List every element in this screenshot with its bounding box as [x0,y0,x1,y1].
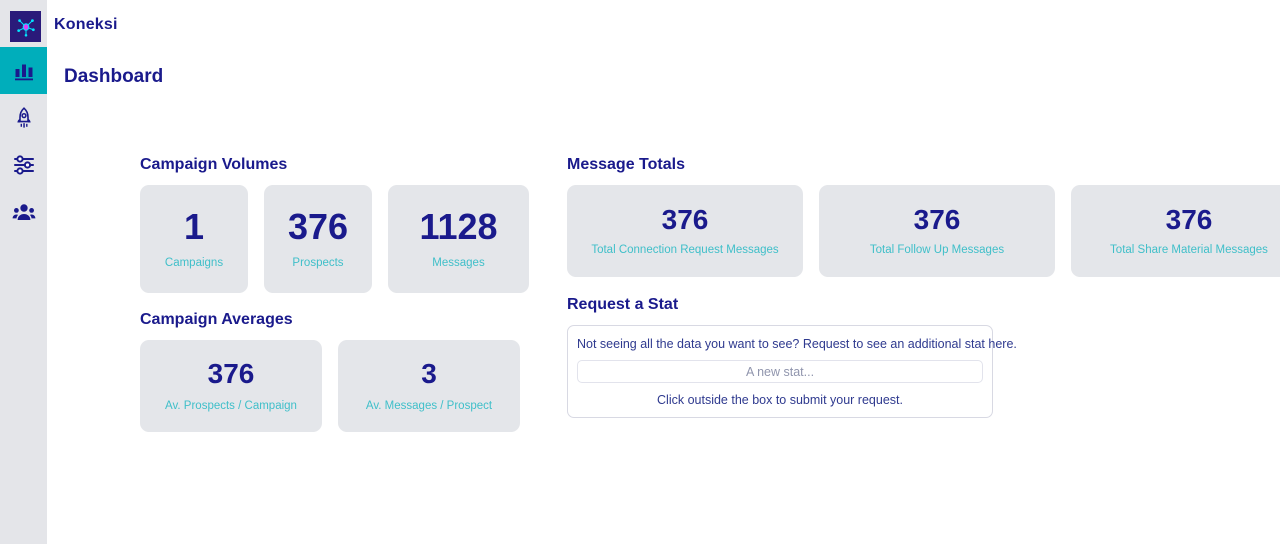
stat-label: Total Share Material Messages [1110,244,1268,256]
stat-card-av-prospects-per-campaign[interactable]: 376 Av. Prospects / Campaign [140,340,322,432]
request-stat-input[interactable] [577,360,983,383]
stat-card-prospects[interactable]: 376 Prospects [264,185,372,293]
section-title-campaign-averages: Campaign Averages [140,311,293,328]
request-hint: Click outside the box to submit your req… [657,393,903,407]
campaign-averages-card-row: 376 Av. Prospects / Campaign 3 Av. Messa… [140,340,520,432]
stat-value: 3 [421,358,437,389]
stat-card-campaigns[interactable]: 1 Campaigns [140,185,248,293]
rocket-icon [16,106,31,128]
request-prompt: Not seeing all the data you want to see?… [577,337,1017,351]
bar-chart-icon [14,64,33,80]
section-request-a-stat: Request a Stat Not seeing all the data y… [567,296,1017,418]
section-title-message-totals: Message Totals [567,156,685,173]
campaign-volumes-card-row: 1 Campaigns 376 Prospects 1128 Messages [140,185,529,293]
app-logo[interactable] [10,11,41,42]
sidebar [0,0,47,544]
stat-card-av-messages-per-prospect[interactable]: 3 Av. Messages / Prospect [338,340,520,432]
stat-value: 376 [287,206,349,247]
main-content: Campaign Volumes 1 Campaigns 376 Prospec… [47,0,1280,544]
sidebar-item-prospects[interactable] [0,188,47,235]
sliders-icon [13,154,34,175]
network-node-icon [16,18,35,37]
sidebar-item-settings[interactable] [0,141,47,188]
sidebar-nav [0,47,47,235]
stat-value: 376 [913,204,961,235]
stat-value: 376 [661,204,709,235]
stat-card-total-share-material-messages[interactable]: 376 Total Share Material Messages [1071,185,1280,277]
section-title-request-a-stat: Request a Stat [567,296,679,313]
stat-card-messages[interactable]: 1128 Messages [388,185,529,293]
people-group-icon [12,203,35,220]
section-message-totals: Message Totals 376 Total Connection Requ… [567,156,1280,277]
stat-label: Total Follow Up Messages [869,244,1005,256]
stat-card-total-connection-request-messages[interactable]: 376 Total Connection Request Messages [567,185,803,277]
stat-label: Prospects [292,257,344,269]
stat-label: Messages [432,257,485,269]
stat-value: 376 [1165,204,1213,235]
stat-label: Campaigns [164,257,224,269]
section-campaign-volumes: Campaign Volumes 1 Campaigns 376 Prospec… [140,156,529,293]
stat-value: 1 [183,206,205,247]
section-campaign-averages: Campaign Averages 376 Av. Prospects / Ca… [140,311,520,432]
dashboard-app: Koneksi Dashboard Campaign Volumes 1 Cam… [0,0,1280,544]
stat-value: 376 [207,358,255,389]
stat-card-total-follow-up-messages[interactable]: 376 Total Follow Up Messages [819,185,1055,277]
sidebar-item-campaigns[interactable] [0,94,47,141]
section-title-campaign-volumes: Campaign Volumes [140,156,288,173]
stat-value: 1128 [419,206,498,247]
message-totals-card-row: 376 Total Connection Request Messages 37… [567,185,1280,277]
sidebar-item-dashboard[interactable] [0,47,47,94]
request-a-stat-box: Not seeing all the data you want to see?… [567,325,1017,418]
stat-label: Total Connection Request Messages [591,244,779,256]
stat-label: Av. Prospects / Campaign [165,400,297,412]
stat-label: Av. Messages / Prospect [365,400,493,412]
